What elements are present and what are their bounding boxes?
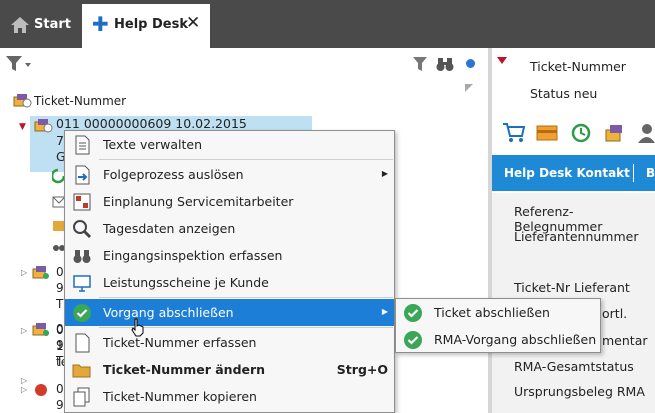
field-label: Ursprungsbeleg RMA <box>514 384 645 399</box>
tab-start-label: Start <box>34 17 71 32</box>
ticket-icon <box>31 321 51 340</box>
menu-item-label: Tagesdaten anzeigen <box>103 221 236 236</box>
home-icon <box>10 16 30 37</box>
card-icon[interactable] <box>536 124 558 145</box>
submenu-arrow-icon: ▶ <box>381 307 388 316</box>
tab-help-desk[interactable]: ✚ Help Desk ✕ <box>82 4 210 48</box>
menu-item-label: Ticket abschließen <box>434 305 550 320</box>
copy-icon <box>72 387 92 407</box>
tab-bar: Start ✚ Help Desk ✕ <box>0 0 655 48</box>
tab-separator <box>633 164 634 182</box>
collapsed-caret-icon[interactable]: ▷ <box>21 326 27 335</box>
detail-header-row: Status neu <box>530 86 598 101</box>
collapsed-caret-icon[interactable]: ▷ <box>21 385 27 394</box>
filter-icon[interactable] <box>413 56 427 75</box>
check-circle-icon <box>403 303 423 323</box>
filter-dropdown-icon[interactable] <box>5 55 33 76</box>
new-document-icon <box>72 333 92 353</box>
tree-toolbar <box>0 48 488 78</box>
menu-item-ticket-kopieren[interactable]: Ticket-Nummer kopieren <box>65 383 394 410</box>
menu-item-shortcut: Strg+O <box>336 362 388 377</box>
schedule-icon <box>72 192 92 212</box>
search-icon <box>72 219 92 239</box>
menu-item-texte-verwalten[interactable]: Texte verwalten <box>65 131 394 158</box>
plus-icon: ✚ <box>92 12 109 36</box>
menu-separator <box>99 159 393 160</box>
status-dot-icon <box>466 59 475 68</box>
tree-item-line1[interactable]: 0 <box>56 323 64 337</box>
menu-item-folgeprozess[interactable]: Folgeprozess auslösen ▶ <box>65 161 394 188</box>
field-label: ortl. <box>602 306 628 321</box>
process-arrow-icon <box>72 165 92 185</box>
ticket-icon <box>33 117 53 136</box>
check-circle-icon <box>72 303 92 323</box>
tree-root-label[interactable]: Ticket-Nummer <box>34 94 126 108</box>
tree-item-line2: 1 <box>56 339 64 353</box>
field-label: Lieferantennummer <box>514 229 639 244</box>
document-icon <box>72 135 92 155</box>
status-red-dot-icon <box>35 384 47 396</box>
menu-item-ticket-erfassen[interactable]: Ticket-Nummer erfassen <box>65 329 394 356</box>
binoculars-icon[interactable] <box>436 56 454 75</box>
detail-toolbar <box>492 118 655 154</box>
submenu-item-ticket-abschliessen[interactable]: Ticket abschließen <box>396 299 600 326</box>
menu-item-vorgang-abschliessen[interactable]: Vorgang abschließen ▶ <box>65 299 394 326</box>
detail-tabs: Help Desk Kontakt B <box>492 155 655 191</box>
tab-start[interactable]: Start <box>0 0 80 48</box>
menu-item-label: Ticket-Nummer ändern <box>103 362 266 377</box>
tree-item-line2: 9 <box>56 398 64 412</box>
detail-header-row: Ticket-Nummer <box>530 59 626 74</box>
menu-item-label: Einplanung Servicemitarbeiter <box>103 194 294 209</box>
tree-item-line2: 9 <box>56 281 64 295</box>
cart-icon[interactable] <box>502 122 526 147</box>
menu-item-tagesdaten[interactable]: Tagesdaten anzeigen <box>65 215 394 242</box>
menu-item-leistungsscheine[interactable]: Leistungsscheine je Kunde <box>65 269 394 296</box>
menu-item-label: Texte verwalten <box>103 137 203 152</box>
ticket-icon <box>31 264 51 283</box>
tab-next[interactable]: B <box>646 166 655 180</box>
submenu-item-rma-abschliessen[interactable]: RMA-Vorgang abschließen <box>396 326 600 353</box>
detail-pane: Ticket-Nummer Status neu Help Desk Konta… <box>492 48 655 413</box>
collapse-icon[interactable] <box>462 81 476 98</box>
tree-item-line1[interactable]: 0 <box>56 382 64 396</box>
context-menu: Texte verwalten Folgeprozess auslösen ▶ … <box>64 130 395 413</box>
user-icon[interactable] <box>638 123 655 146</box>
collapsed-caret-icon[interactable]: ▷ <box>21 376 27 385</box>
tree-item-line1[interactable]: 0 <box>56 265 64 279</box>
menu-item-label: Folgeprozess auslösen <box>103 167 244 182</box>
red-marker-icon <box>497 54 507 68</box>
menu-item-label: Vorgang abschließen <box>103 305 234 320</box>
submenu-arrow-icon: ▶ <box>381 169 388 178</box>
history-icon[interactable] <box>570 122 592 147</box>
binoculars-icon <box>72 246 92 266</box>
check-circle-icon <box>403 330 423 350</box>
menu-separator <box>99 297 393 298</box>
submenu-vorgang: Ticket abschließen RMA-Vorgang abschließ… <box>395 298 601 353</box>
menu-item-einplanung[interactable]: Einplanung Servicemitarbeiter <box>65 188 394 215</box>
tree-item-selected-line1: 011 00000000609 10.02.2015 <box>56 116 247 131</box>
menu-item-label: Leistungsscheine je Kunde <box>103 275 269 290</box>
menu-item-label: RMA-Vorgang abschließen <box>434 332 597 347</box>
field-label: mentar <box>602 333 648 348</box>
folder-open-icon <box>72 360 92 380</box>
ticket-root-icon <box>12 92 32 111</box>
menu-item-label: Eingangsinspektion erfassen <box>103 248 283 263</box>
mouse-cursor-icon <box>130 317 146 340</box>
monitor-icon <box>72 273 92 293</box>
tree-item-selected-line2: 7 <box>56 133 64 148</box>
menu-item-eingangsinspektion[interactable]: Eingangsinspektion erfassen <box>65 242 394 269</box>
menu-item-ticket-aendern[interactable]: Ticket-Nummer ändern Strg+O <box>65 356 394 383</box>
menu-item-label: Ticket-Nummer kopieren <box>103 389 257 404</box>
field-label: RMA-Gesamtstatus <box>514 359 634 374</box>
collapsed-caret-icon[interactable]: ▷ <box>21 268 27 277</box>
menu-item-label: Ticket-Nummer erfassen <box>103 335 257 350</box>
close-icon[interactable]: ✕ <box>186 14 200 32</box>
ticket-icon[interactable] <box>604 123 626 146</box>
field-label: Ticket-Nr Lieferant <box>514 280 630 295</box>
tab-help-desk-kontakt[interactable]: Help Desk Kontakt <box>504 166 630 180</box>
tab-help-desk-label: Help Desk <box>114 17 188 32</box>
tree-item-line3: T <box>56 297 64 311</box>
expanded-caret-icon[interactable]: ▼ <box>19 122 26 132</box>
